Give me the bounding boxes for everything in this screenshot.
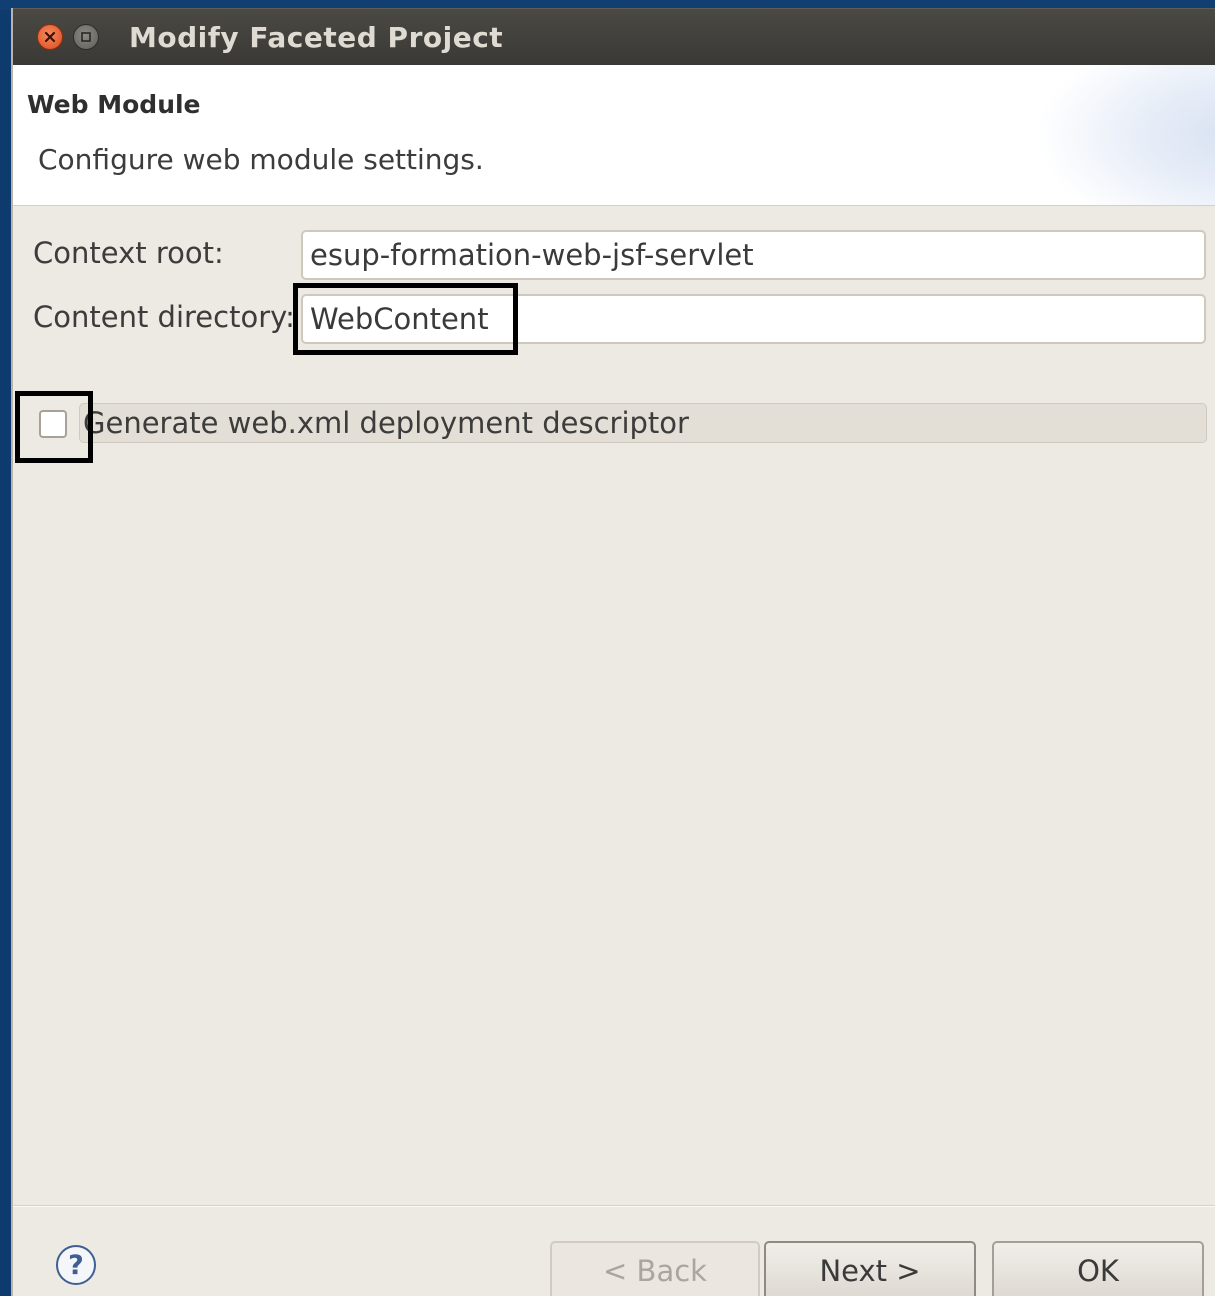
close-icon[interactable] [37, 24, 63, 50]
banner-decoration [1035, 65, 1215, 205]
context-root-value: esup-formation-web-jsf-servlet [310, 238, 754, 272]
annotation-highlight-checkbox [15, 391, 93, 463]
page-title: Web Module [27, 90, 201, 119]
next-button[interactable]: Next > [764, 1241, 976, 1296]
annotation-highlight-content-directory [293, 283, 518, 355]
header-banner: Web Module Configure web module settings… [13, 65, 1215, 206]
page-description: Configure web module settings. [38, 143, 484, 176]
context-root-input[interactable]: esup-formation-web-jsf-servlet [301, 230, 1206, 280]
modify-faceted-project-dialog: Modify Faceted Project Web Module Config… [11, 8, 1215, 1296]
ok-button[interactable]: OK [992, 1241, 1204, 1296]
context-root-label: Context root: [33, 236, 224, 270]
generate-descriptor-label: Generate web.xml deployment descriptor [83, 406, 689, 440]
minimize-icon[interactable] [73, 24, 99, 50]
button-bar-separator [13, 1205, 1215, 1207]
back-button[interactable]: < Back [550, 1241, 760, 1296]
title-bar[interactable]: Modify Faceted Project [13, 8, 1215, 65]
content-directory-label: Content directory: [33, 300, 295, 334]
help-icon[interactable]: ? [56, 1245, 96, 1285]
window-title: Modify Faceted Project [129, 21, 504, 54]
